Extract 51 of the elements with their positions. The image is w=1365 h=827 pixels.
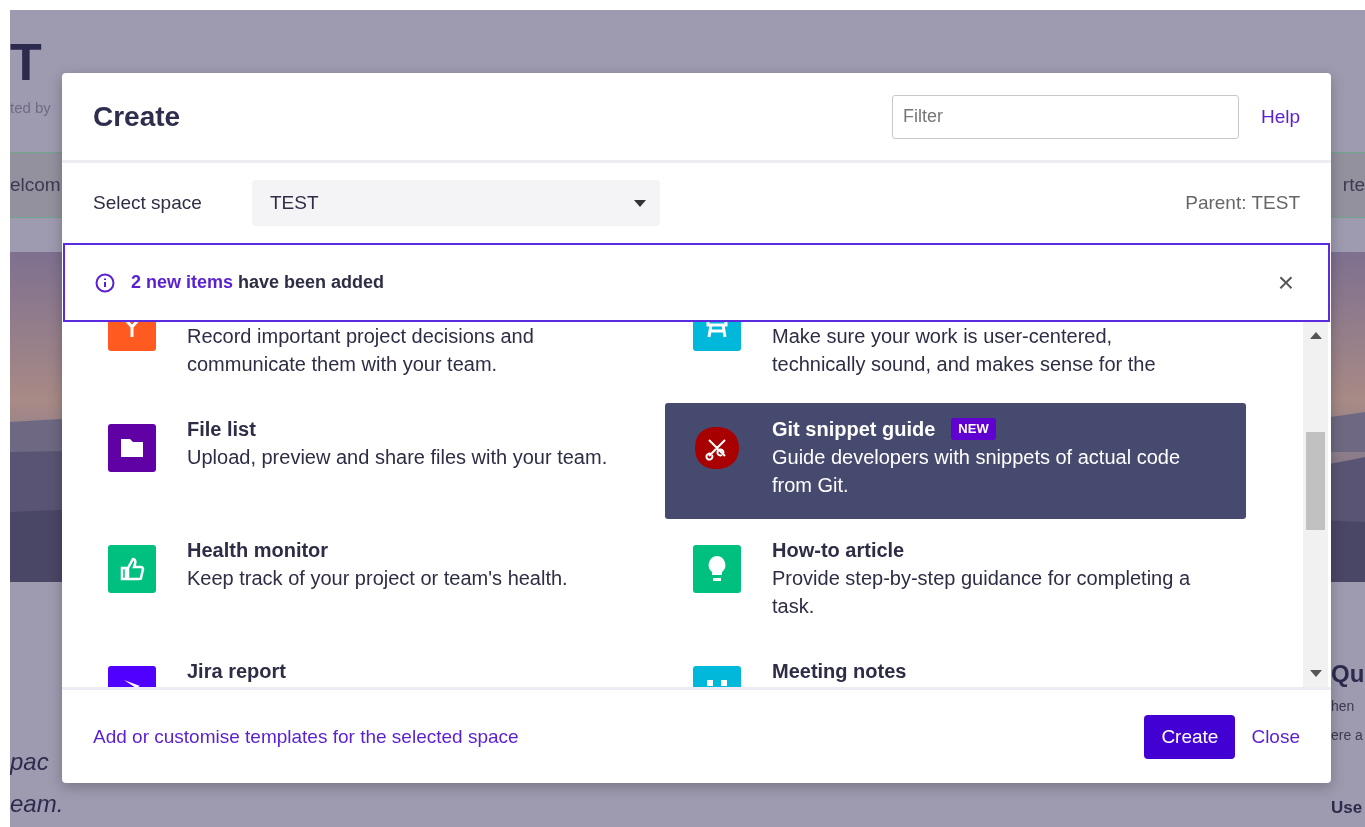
template-description: Record important project decisions and communicate them with your team. (187, 324, 535, 377)
template-item[interactable]: How-to article Provide step-by-step guidance for completing a task. (665, 524, 1246, 640)
template-description: Guide developers with snippets of actual code from Git. (772, 445, 1182, 498)
template-item[interactable]: Make sure your work is user-centered, technically sound, and makes sense for the (665, 322, 1246, 398)
space-dropdown[interactable]: TEST (252, 180, 660, 226)
thumbs-up-icon (108, 545, 156, 593)
template-title: Git snippet guide (772, 417, 936, 442)
help-link[interactable]: Help (1260, 105, 1300, 128)
template-description: Upload, preview and share files with your team. (187, 445, 609, 470)
create-button[interactable]: Create (1144, 714, 1236, 759)
scroll-down-icon[interactable] (1309, 670, 1322, 677)
template-item[interactable]: Meeting notes (665, 645, 1246, 687)
scroll-thumb[interactable] (1306, 432, 1325, 530)
template-description: Provide step-by-step guidance for completing a task. (772, 566, 1191, 619)
template-title: Meeting notes (772, 659, 907, 684)
body-text: hen (1331, 697, 1356, 716)
scroll-up-icon[interactable] (1309, 332, 1322, 339)
template-title: How-to article (772, 538, 905, 563)
template-title: File list (187, 417, 256, 442)
body-text: eam. (10, 789, 64, 819)
page-title: T (10, 32, 43, 92)
info-icon (95, 272, 115, 293)
template-description: Keep track of your project or team's health. (187, 566, 569, 591)
template-item[interactable]: Jira report (80, 645, 661, 687)
dialog-title: Create (93, 100, 182, 133)
template-item[interactable]: Record important project decisions and communicate them with your team. (80, 322, 661, 398)
section-heading: Use (1331, 797, 1364, 819)
template-item[interactable]: File list Upload, preview and share files with your team. (80, 403, 661, 519)
banner-message: 2 new items have been added (131, 272, 386, 293)
section-heading: Qu (1331, 659, 1365, 689)
close-link[interactable]: Close (1251, 725, 1300, 748)
template-description: Make sure your work is user-centered, technically sound, and makes sense for the (772, 324, 1157, 377)
new-badge: NEW (951, 418, 996, 440)
lightbulb-icon (693, 545, 741, 593)
scissors-icon (693, 424, 741, 472)
template-item[interactable]: Git snippet guide NEW Guide developers with snippets of actual code from Git. (665, 403, 1246, 519)
parent-label: Parent: TEST (1185, 192, 1300, 214)
filter-field[interactable]: Filter (891, 94, 1239, 139)
select-space-label: Select space (93, 192, 203, 214)
scrollbar[interactable] (1303, 322, 1328, 687)
caret-icon (634, 199, 646, 207)
template-title: Jira report (187, 659, 286, 684)
folder-icon (108, 424, 156, 472)
nav-link[interactable]: rte (1342, 174, 1365, 196)
nav-link[interactable]: elcom (10, 174, 61, 196)
template-item[interactable]: Health monitor Keep track of your project or team's health. (80, 524, 661, 640)
body-text: pac (10, 747, 50, 777)
customise-templates-link[interactable]: Add or customise templates for the selected space (93, 725, 519, 748)
body-text: ere a (1331, 726, 1364, 745)
template-title: Health monitor (187, 538, 329, 563)
close-button[interactable]: × (1273, 268, 1298, 297)
